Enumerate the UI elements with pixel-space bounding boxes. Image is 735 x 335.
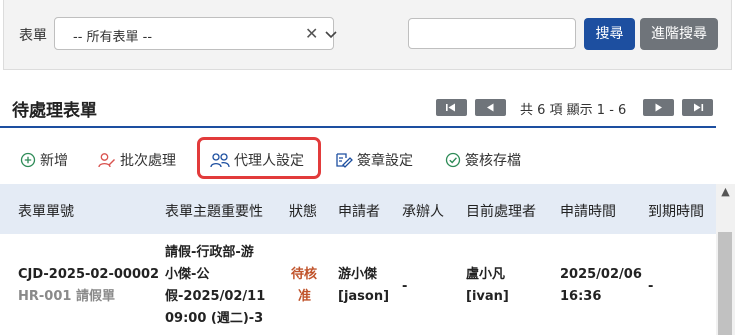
header-handler[interactable]: 承辦人 [402,201,444,221]
pager-summary: 共 6 項 顯示 1 - 6 [520,103,627,118]
header-status[interactable]: 狀態 [289,201,317,221]
scroll-up-icon[interactable]: ▲ [716,184,735,200]
filter-bar: 表單 -- 所有表單 -- ✕ 搜尋 進階搜尋 [3,0,732,70]
batch-process-button[interactable]: 批次處理 [98,149,176,171]
next-page-button[interactable] [643,99,674,116]
applicant-name: 游小傑 [338,267,378,282]
current-handler-name: 盧小凡 [466,267,506,282]
subject-line[interactable]: 09:00 (週二)-3 [165,308,263,330]
current-handler-account: [ivan] [466,289,509,304]
archive-button[interactable]: 簽核存檔 [445,149,521,171]
signature-icon [336,153,353,168]
subject-line[interactable]: 小傑-公 [165,264,209,286]
form-no-link[interactable]: CJD-2025-02-00002 [18,264,159,286]
prev-page-icon [487,103,494,112]
check-circle-icon [445,152,461,168]
form-filter-label: 表單 [19,28,47,44]
signature-settings-button[interactable]: 簽章設定 [335,149,413,171]
header-subject[interactable]: 表單主題重要性 [165,201,263,221]
header-form-no[interactable]: 表單單號 [18,201,74,221]
last-page-button[interactable] [682,99,713,116]
form-type: HR-001 請假單 [18,289,115,304]
first-page-button[interactable] [436,99,467,116]
apply-time: 16:36 [560,289,602,304]
due-time-value: - [648,279,654,294]
status-badge: 准 [298,289,312,304]
search-button[interactable]: 搜尋 [584,18,635,50]
page-title: 待處理表單 [12,101,97,121]
scroll-thumb[interactable] [718,232,732,335]
title-divider [0,126,716,128]
subject-line[interactable]: 請假-行政部-游 [165,242,254,264]
delegate-settings-highlight [197,137,321,179]
header-due-time[interactable]: 到期時間 [648,201,704,221]
form-select-value: -- 所有表單 -- [73,30,153,45]
first-page-icon [446,103,455,112]
advanced-search-button[interactable]: 進階搜尋 [640,18,718,50]
last-page-icon [694,103,704,112]
header-current-handler[interactable]: 目前處理者 [466,201,536,221]
apply-date: 2025/02/06 [560,267,642,282]
user-edit-icon [98,153,115,168]
subject-line[interactable]: 假-2025/02/11 [165,286,265,308]
next-page-icon [655,103,662,112]
signature-settings-label: 簽章設定 [357,153,413,169]
header-apply-time[interactable]: 申請時間 [560,201,616,221]
search-input[interactable] [408,18,576,49]
applicant-account: [jason] [338,289,390,304]
form-select[interactable]: -- 所有表單 -- ✕ [54,17,337,50]
handler-value: - [402,279,408,294]
add-circle-icon [20,152,36,168]
archive-label: 簽核存檔 [465,153,521,169]
chevron-down-icon[interactable] [325,27,337,43]
status-badge: 待核 [291,267,318,282]
add-button[interactable]: 新增 [20,149,68,171]
add-label: 新增 [40,153,68,169]
batch-process-label: 批次處理 [120,153,176,169]
prev-page-button[interactable] [475,99,506,116]
clear-icon[interactable]: ✕ [305,24,318,43]
header-applicant[interactable]: 申請者 [338,201,380,221]
